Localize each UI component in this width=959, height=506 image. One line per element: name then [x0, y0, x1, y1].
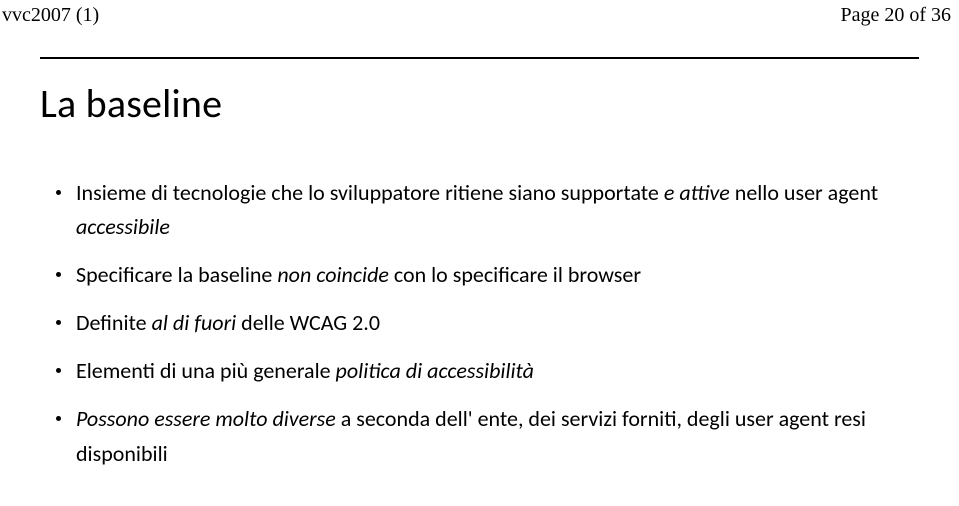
- page-header: vvc2007 (1) Page 20 of 36: [0, 0, 959, 29]
- bullet-list: Insieme di tecnologie che lo sviluppator…: [40, 176, 919, 471]
- header-right: Page 20 of 36: [840, 4, 951, 27]
- list-text-emphasis: politica di accessibilità: [336, 357, 534, 384]
- list-text: Elementi di una più generale: [76, 357, 336, 384]
- list-text: delle WCAG 2.0: [236, 309, 380, 336]
- list-text-emphasis: al di fuori: [152, 309, 237, 336]
- content-area: La baseline Insieme di tecnologie che lo…: [0, 59, 959, 471]
- list-item: Possono essere molto diverse a seconda d…: [56, 402, 919, 470]
- list-item: Specificare la baseline non coincide con…: [56, 258, 919, 292]
- list-item: Definite al di fuori delle WCAG 2.0: [56, 306, 919, 340]
- list-text: Definite: [76, 309, 152, 336]
- list-text-emphasis: accessibile: [76, 213, 170, 240]
- list-text: con lo specificare il browser: [389, 261, 641, 288]
- list-text-emphasis: non coincide: [277, 261, 389, 288]
- list-text-emphasis: Possono essere molto diverse: [76, 405, 336, 432]
- header-left: vvc2007 (1): [2, 4, 99, 27]
- list-item: Elementi di una più generale politica di…: [56, 354, 919, 388]
- list-text-emphasis: e attive: [664, 179, 730, 206]
- list-item: Insieme di tecnologie che lo sviluppator…: [56, 176, 919, 244]
- page-title: La baseline: [40, 79, 919, 128]
- list-text: Specificare la baseline: [76, 261, 277, 288]
- list-text: Insieme di tecnologie che lo sviluppator…: [76, 179, 664, 206]
- list-text: nello user agent: [730, 179, 878, 206]
